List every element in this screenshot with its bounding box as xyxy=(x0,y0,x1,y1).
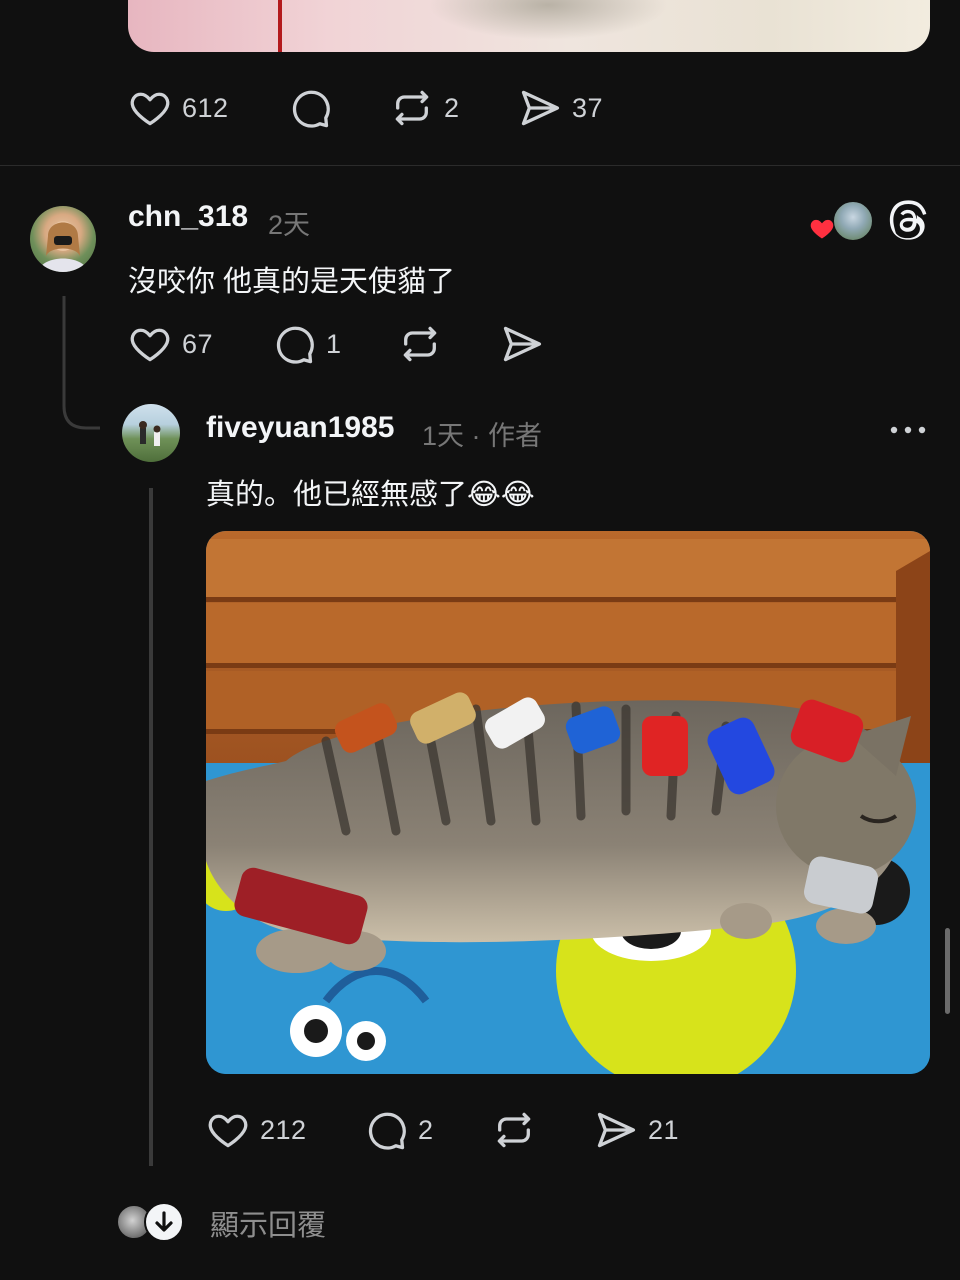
comment-text: 沒咬你 他真的是天使貓了 xyxy=(128,266,456,298)
reply-meta: 1天 · 作者 xyxy=(422,421,543,451)
repost-button[interactable] xyxy=(492,1108,594,1152)
send-icon xyxy=(503,326,542,362)
more-icon[interactable] xyxy=(888,422,928,438)
arrow-down-circle-icon xyxy=(144,1202,184,1242)
top-post-image[interactable] xyxy=(128,0,930,52)
share-button[interactable]: 21 xyxy=(594,1108,679,1152)
repost-icon xyxy=(403,326,437,362)
comment-icon xyxy=(368,1112,406,1150)
send-icon xyxy=(521,90,560,126)
reply-image[interactable] xyxy=(206,531,930,1074)
user-photo xyxy=(139,421,161,446)
heart-icon xyxy=(130,328,170,362)
like-button[interactable]: 212 xyxy=(206,1108,364,1152)
avatar[interactable] xyxy=(122,404,180,462)
comment-button[interactable]: 2 xyxy=(364,1108,492,1152)
send-icon xyxy=(597,1112,636,1148)
share-button[interactable] xyxy=(500,322,544,366)
like-button[interactable]: 67 xyxy=(128,322,272,366)
user-photo xyxy=(38,221,88,272)
reply-actions: 212 2 21 xyxy=(206,1108,679,1152)
show-replies-button[interactable]: 顯示回覆 xyxy=(116,1200,356,1242)
thread-line xyxy=(149,488,153,1166)
heart-badge-icon xyxy=(810,219,834,239)
heart-icon xyxy=(208,1114,248,1148)
comment-button[interactable]: 1 xyxy=(272,322,398,366)
comment-icon xyxy=(292,90,330,128)
reply-text: 真的。他已經無感了😂😂 xyxy=(206,479,535,511)
like-count: 612 xyxy=(182,92,229,123)
comment-icon xyxy=(276,326,314,364)
repost-icon xyxy=(497,1112,531,1148)
share-count: 37 xyxy=(572,92,604,123)
like-count: 212 xyxy=(260,1114,307,1145)
heart-icon xyxy=(130,92,170,126)
repost-button[interactable]: 2 xyxy=(390,86,518,130)
reply-count: 1 xyxy=(326,328,342,359)
avatar[interactable] xyxy=(30,206,96,272)
username[interactable]: chn_318 xyxy=(128,200,248,234)
show-replies-label: 顯示回覆 xyxy=(210,1210,327,1242)
comment-button[interactable] xyxy=(288,86,390,130)
threads-logo-icon[interactable] xyxy=(886,198,930,242)
repost-icon xyxy=(395,90,429,126)
share-count: 21 xyxy=(648,1114,680,1145)
liked-by-author-badge xyxy=(808,200,874,242)
like-button[interactable]: 612 xyxy=(128,86,288,130)
share-button[interactable]: 37 xyxy=(518,86,603,130)
like-count: 67 xyxy=(182,328,214,359)
divider xyxy=(0,165,960,166)
timestamp: 2天 xyxy=(268,210,311,240)
cat-with-toy-cars-image xyxy=(206,531,930,1074)
top-post-actions: 612 2 37 xyxy=(128,86,603,130)
repost-count: 2 xyxy=(444,92,460,123)
repost-button[interactable] xyxy=(398,322,500,366)
reply-count: 2 xyxy=(418,1114,434,1145)
username[interactable]: fiveyuan1985 xyxy=(206,411,394,445)
thread-connector xyxy=(62,296,100,430)
comment-actions: 67 1 xyxy=(128,322,544,366)
scrollbar[interactable] xyxy=(945,928,950,1014)
small-avatar xyxy=(832,200,874,242)
threads-page: 612 2 37 chn_318 2天 沒咬你 他真的是天使貓了 67 1 fi… xyxy=(0,0,960,1280)
